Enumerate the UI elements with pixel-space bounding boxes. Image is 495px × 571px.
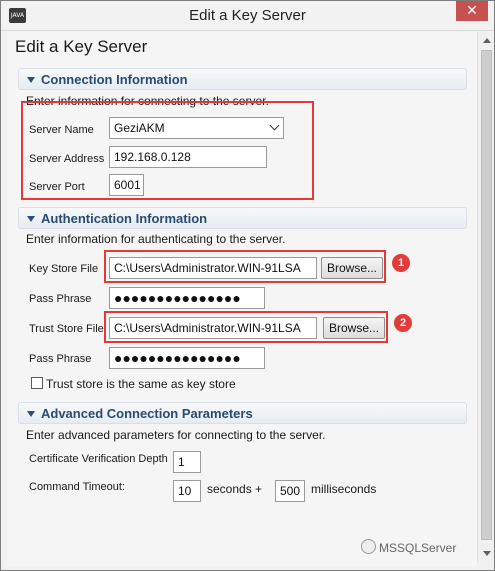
trust-store-label: Trust Store File: [29, 323, 104, 335]
trust-store-pass-phrase-input[interactable]: ●●●●●●●●●●●●●●●: [109, 347, 265, 369]
key-store-pass-phrase-input[interactable]: ●●●●●●●●●●●●●●●: [109, 287, 265, 309]
timeout-seconds-input[interactable]: 10: [173, 480, 201, 502]
watermark-text: MSSQLServer: [379, 541, 457, 555]
pass-phrase-label-2: Pass Phrase: [29, 353, 92, 365]
scroll-thumb[interactable]: [481, 50, 492, 540]
cert-depth-input[interactable]: 1: [173, 451, 201, 473]
scroll-up-arrow-icon[interactable]: [483, 38, 491, 43]
window-title: Edit a Key Server: [189, 7, 306, 24]
authentication-description: Enter information for authenticating to …: [26, 232, 286, 246]
advanced-section-header[interactable]: Advanced Connection Parameters: [18, 402, 467, 424]
dialog-content: Edit a Key Server Connection Information…: [7, 32, 477, 566]
scroll-down-arrow-icon[interactable]: [483, 551, 491, 556]
key-store-label: Key Store File: [29, 263, 99, 275]
authentication-section-title: Authentication Information: [41, 211, 208, 226]
timeout-milliseconds-input[interactable]: 500: [275, 480, 305, 502]
collapse-triangle-icon: [27, 216, 35, 222]
seconds-plus-label: seconds +: [207, 482, 263, 496]
connection-section-title: Connection Information: [41, 72, 188, 87]
milliseconds-label: milliseconds: [311, 482, 377, 496]
title-bar: JAVA Edit a Key Server ✕: [1, 1, 494, 31]
pass-phrase-label-1: Pass Phrase: [29, 293, 92, 305]
connection-highlight-box: [21, 101, 314, 200]
key-store-highlight-box: [104, 250, 386, 283]
connection-section-header[interactable]: Connection Information: [18, 68, 467, 90]
watermark: MSSQLServer: [361, 539, 457, 555]
page-title: Edit a Key Server: [15, 37, 148, 56]
advanced-description: Enter advanced parameters for connecting…: [26, 428, 326, 442]
authentication-section-header[interactable]: Authentication Information: [18, 207, 467, 229]
edit-key-server-window: JAVA Edit a Key Server ✕ Edit a Key Serv…: [0, 0, 495, 571]
same-as-key-store-checkbox[interactable]: [31, 377, 43, 389]
cert-depth-label: Certificate Verification Depth: [29, 453, 168, 465]
annotation-badge-2: 2: [394, 314, 412, 332]
command-timeout-label: Command Timeout:: [29, 481, 125, 493]
trust-store-highlight-box: [104, 311, 388, 343]
advanced-section-title: Advanced Connection Parameters: [41, 406, 253, 421]
close-button[interactable]: ✕: [456, 1, 488, 21]
collapse-triangle-icon: [27, 411, 35, 417]
annotation-badge-1: 1: [392, 254, 410, 272]
wechat-logo-icon: [361, 539, 376, 554]
vertical-scrollbar[interactable]: [477, 32, 494, 562]
collapse-triangle-icon: [27, 77, 35, 83]
same-as-key-store-label: Trust store is the same as key store: [46, 377, 236, 391]
